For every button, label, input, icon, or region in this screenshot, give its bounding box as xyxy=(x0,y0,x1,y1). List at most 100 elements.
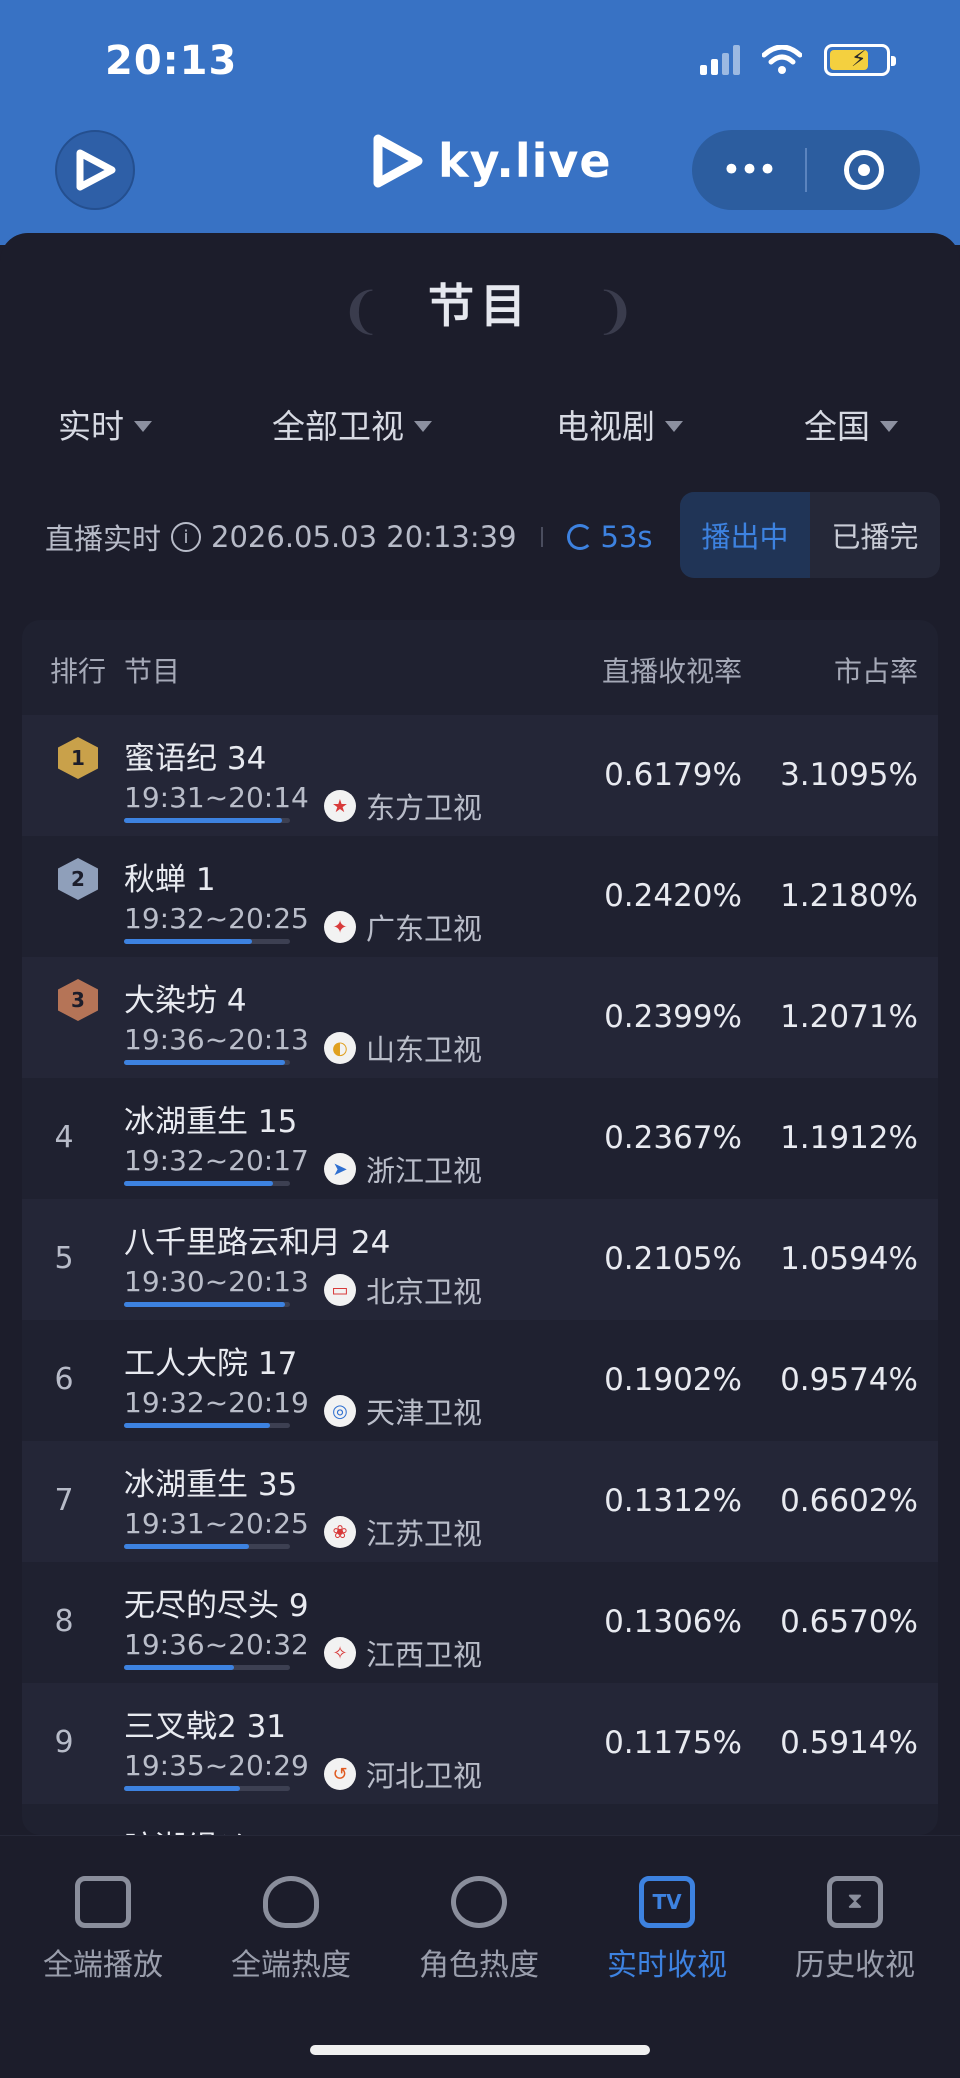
header-rating[interactable]: 直播收视率 xyxy=(602,650,742,690)
table-header: 排行 节目 直播收视率 市占率 xyxy=(22,620,938,715)
channel-name: 河北卫视 xyxy=(366,1759,483,1793)
logo-text: ky.live xyxy=(438,134,612,188)
filter-region[interactable]: 全国 xyxy=(804,400,898,448)
live-rating: 0.2399% xyxy=(604,999,742,1035)
tab-live-ratings[interactable]: TV 实时收视 xyxy=(572,1876,762,1984)
seg-airing[interactable]: 播出中 xyxy=(680,492,810,578)
progress-bar xyxy=(124,818,290,823)
play-board-icon xyxy=(75,1876,131,1928)
charging-bolt-icon: ⚡ xyxy=(851,47,867,72)
progress-bar xyxy=(124,939,290,944)
filter-channel[interactable]: 全部卫视 xyxy=(272,400,432,448)
status-time: 20:13 xyxy=(105,38,238,84)
refresh-countdown[interactable]: 53s xyxy=(566,520,653,554)
refresh-icon xyxy=(566,524,593,550)
nav-bar: ky.live ••• xyxy=(0,125,960,220)
program-name: 三叉戟2 31 xyxy=(124,1709,287,1745)
table-row[interactable]: 4 冰湖重生 15 19:32~20:17 ➤ 浙江卫视 0.2367% 1.1912% xyxy=(22,1078,938,1199)
channel-name: 山东卫视 xyxy=(366,1033,483,1067)
seg-finished[interactable]: 已播完 xyxy=(810,492,940,578)
home-indicator xyxy=(310,2045,650,2055)
program-time: 19:31~20:14 xyxy=(124,781,309,814)
channel-logo-icon: ➤ xyxy=(324,1153,356,1185)
wifi-icon xyxy=(762,45,802,74)
filter-bar: 实时 全部卫视 电视剧 全国 xyxy=(0,400,960,460)
page-title: 节目 xyxy=(428,279,532,333)
channel: ➤ 浙江卫视 xyxy=(324,1148,482,1190)
progress-bar xyxy=(124,1423,290,1428)
hourglass-tv-icon: ⧗ xyxy=(827,1876,883,1928)
table-row[interactable]: 1 蜜语纪 34 19:31~20:14 ★ 东方卫视 0.6179% 3.1095% xyxy=(22,715,938,836)
live-rating: 0.2367% xyxy=(604,1120,742,1156)
program-time: 19:35~20:29 xyxy=(124,1749,309,1782)
caret-down-icon xyxy=(414,420,432,432)
caret-down-icon xyxy=(880,420,898,432)
table-row[interactable]: 10暗潮缉凶 9 xyxy=(22,1804,938,1835)
channel-name: 浙江卫视 xyxy=(366,1154,483,1188)
progress-bar xyxy=(124,1302,290,1307)
tab-all-play[interactable]: 全端播放 xyxy=(8,1876,198,1984)
live-rating: 0.1175% xyxy=(604,1725,742,1761)
channel: ▭ 北京卫视 xyxy=(324,1269,482,1311)
rank-medal-icon: 2 xyxy=(58,858,98,900)
program-time: 19:32~20:17 xyxy=(124,1144,309,1177)
caret-down-icon xyxy=(665,420,683,432)
info-icon[interactable]: i xyxy=(171,522,202,552)
table-row[interactable]: 7 冰湖重生 35 19:31~20:25 ❀ 江苏卫视 0.1312% 0.6602% xyxy=(22,1441,938,1562)
filter-time[interactable]: 实时 xyxy=(58,400,152,448)
market-share: 0.6570% xyxy=(780,1604,918,1640)
program-time: 19:32~20:25 xyxy=(124,902,309,935)
table-row[interactable]: 6 工人大院 17 19:32~20:19 ◎ 天津卫视 0.1902% 0.9574% xyxy=(22,1320,938,1441)
progress-bar xyxy=(124,1060,290,1065)
ratings-table: 排行 节目 直播收视率 市占率 1 蜜语纪 34 19:31~20:14 ★ 东方卫视 0… xyxy=(22,620,938,1835)
caret-down-icon xyxy=(134,420,152,432)
live-rating: 0.1902% xyxy=(604,1362,742,1398)
channel-name: 广东卫视 xyxy=(366,912,483,946)
table-row[interactable]: 2 秋蝉 1 19:32~20:25 ✦ 广东卫视 0.2420% 1.2180% xyxy=(22,836,938,957)
live-rating: 0.2420% xyxy=(604,878,742,914)
market-share: 0.6602% xyxy=(780,1483,918,1519)
header-share[interactable]: 市占率 xyxy=(834,650,918,690)
rank-number: 7 xyxy=(54,1483,74,1518)
program-time: 19:30~20:13 xyxy=(124,1265,309,1298)
program-name: 蜜语纪 34 xyxy=(124,741,267,777)
tab-history-ratings[interactable]: ⧗ 历史收视 xyxy=(760,1876,950,1984)
channel: ✧ 江西卫视 xyxy=(324,1632,482,1674)
mini-program-capsule: ••• xyxy=(692,130,920,210)
live-rating: 0.6179% xyxy=(604,757,742,793)
channel-logo-icon: ✦ xyxy=(324,911,356,943)
live-rating: 0.1312% xyxy=(604,1483,742,1519)
more-icon[interactable]: ••• xyxy=(692,130,805,210)
program-name: 八千里路云和月 24 xyxy=(124,1225,391,1261)
tab-all-heat[interactable]: 全端热度 xyxy=(196,1876,386,1984)
app-logo: ky.live xyxy=(368,133,612,189)
close-target-icon[interactable] xyxy=(807,150,920,190)
channel-name: 东方卫视 xyxy=(366,791,483,825)
program-time: 19:32~20:19 xyxy=(124,1386,309,1419)
program-name: 工人大院 17 xyxy=(124,1346,298,1382)
rank-number: 9 xyxy=(54,1725,74,1760)
table-row[interactable]: 9 三叉戟2 31 19:35~20:29 ↺ 河北卫视 0.1175% 0.5914% xyxy=(22,1683,938,1804)
kylive-logo-icon xyxy=(76,149,116,191)
app-home-button[interactable] xyxy=(55,130,135,210)
market-share: 1.2180% xyxy=(780,878,918,914)
channel-logo-icon: ↺ xyxy=(324,1758,356,1790)
status-icons: ⚡ xyxy=(700,44,896,76)
live-rating: 0.1306% xyxy=(604,1604,742,1640)
table-row[interactable]: 3 大染坊 4 19:36~20:13 ◐ 山东卫视 0.2399% 1.2071% xyxy=(22,957,938,1078)
airing-toggle: 播出中 已播完 xyxy=(680,492,940,578)
tab-role-heat[interactable]: 角色热度 xyxy=(384,1876,574,1984)
filter-genre[interactable]: 电视剧 xyxy=(556,400,683,448)
signal-icon xyxy=(700,45,740,75)
rank-number: 8 xyxy=(54,1604,74,1639)
live-label: 直播实时 xyxy=(45,522,162,556)
table-row[interactable]: 5 八千里路云和月 24 19:30~20:13 ▭ 北京卫视 0.2105% 1.0594… xyxy=(22,1199,938,1320)
program-time: 19:31~20:25 xyxy=(124,1507,309,1540)
progress-bar xyxy=(124,1786,290,1791)
channel: ★ 东方卫视 xyxy=(324,785,482,827)
battery-icon: ⚡ xyxy=(824,44,896,76)
program-name: 冰湖重生 35 xyxy=(124,1467,298,1503)
channel: ◎ 天津卫视 xyxy=(324,1390,482,1432)
table-row[interactable]: 8 无尽的尽头 9 19:36~20:32 ✧ 江西卫视 0.1306% 0.6570% xyxy=(22,1562,938,1683)
program-name: 大染坊 4 xyxy=(124,983,247,1019)
